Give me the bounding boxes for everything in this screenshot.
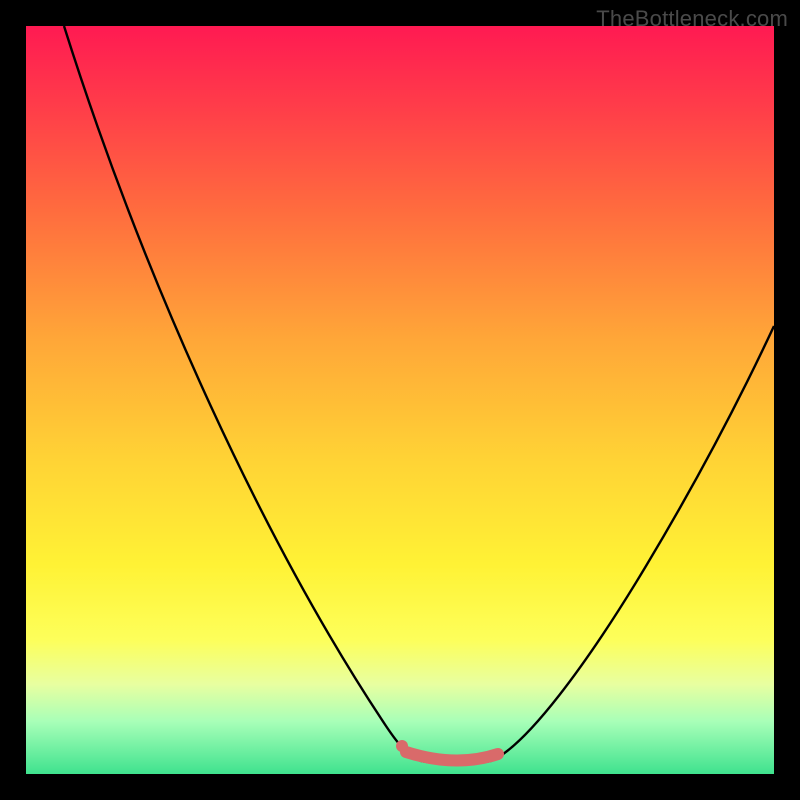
plot-area [26, 26, 774, 774]
bottleneck-curve [26, 26, 774, 774]
curve-left-branch [64, 26, 421, 761]
optimal-range-marker [406, 752, 498, 761]
curve-right-branch [491, 326, 774, 761]
watermark-text: TheBottleneck.com [596, 6, 788, 32]
optimal-range-start-dot [396, 740, 408, 752]
chart-frame: TheBottleneck.com [0, 0, 800, 800]
